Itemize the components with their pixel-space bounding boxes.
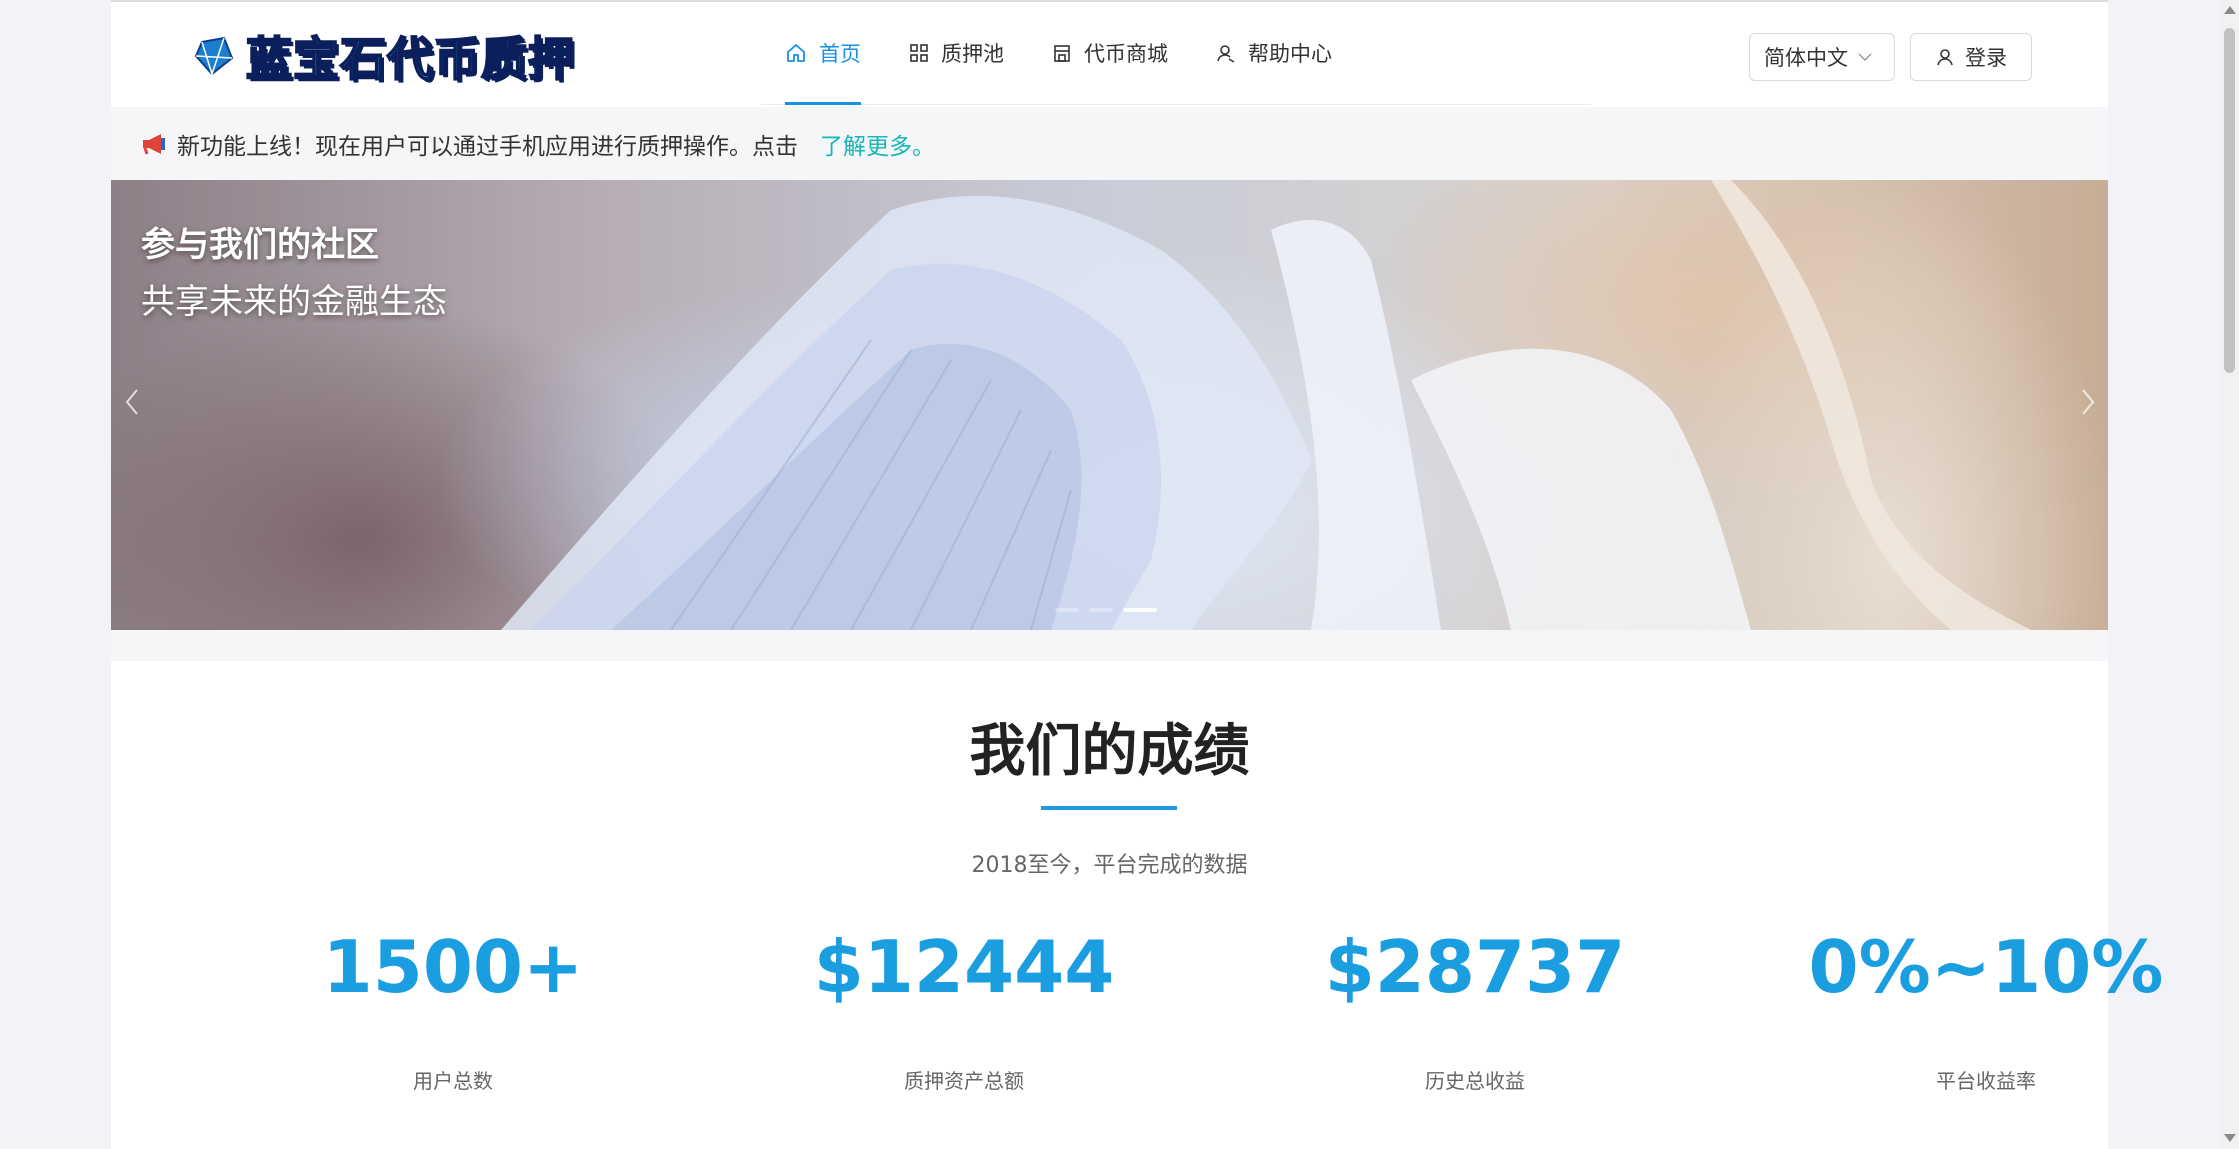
announcement-bar: 新功能上线！现在用户可以通过手机应用进行质押操作。点击 了解更多。 (111, 107, 2108, 180)
carousel-indicators (1055, 608, 1157, 612)
nav-item-label: 首页 (819, 42, 861, 66)
help-user-icon (1217, 45, 1235, 63)
stat-label: 历史总收益 (1425, 1069, 1525, 1093)
grid-icon (910, 44, 928, 62)
section-subtitle: 2018至今，平台完成的数据 (971, 853, 1248, 878)
banner-headline: 参与我们的社区 (141, 225, 379, 265)
megaphone-icon (143, 133, 165, 154)
chevron-left-icon (125, 389, 138, 415)
stat-value: 1500+ (322, 925, 584, 1009)
scroll-up-arrow-icon[interactable] (2224, 6, 2236, 14)
home-icon (787, 44, 805, 62)
nav-item-label: 质押池 (941, 42, 1004, 66)
user-icon (1937, 49, 1953, 66)
login-button[interactable]: 登录 (1910, 33, 2032, 81)
banner-subheadline: 共享未来的金融生态 (141, 282, 447, 322)
scroll-thumb[interactable] (2224, 28, 2235, 373)
hero-carousel: 参与我们的社区 共享未来的金融生态 (111, 180, 2108, 630)
stat-label: 平台收益率 (1936, 1069, 2036, 1093)
section-title: 我们的成绩 (969, 719, 1250, 784)
carousel-dot[interactable] (1089, 608, 1113, 612)
page: 蓝宝石代币质押 首页 质押池 代币商城 帮助中心 简体中文 登录 新功能上线！现… (111, 0, 2163, 1149)
stat-yield-rate: 0%~10% 平台收益率 (1736, 931, 2236, 1094)
language-value: 简体中文 (1764, 46, 1848, 70)
achievements-section: 我们的成绩 2018至今，平台完成的数据 1500+ 用户总数 $12444 质… (111, 661, 2163, 1149)
carousel-prev-button[interactable] (117, 382, 147, 422)
scroll-down-arrow-icon[interactable] (2224, 1134, 2236, 1142)
store-icon (1054, 45, 1070, 62)
carousel-next-button[interactable] (2073, 382, 2103, 422)
stat-total-earnings: $28737 历史总收益 (1225, 931, 1725, 1094)
swan-wing-image (501, 180, 2031, 630)
nav-item-home[interactable]: 首页 (761, 2, 885, 105)
nav-item-help-center[interactable]: 帮助中心 (1192, 2, 1356, 104)
chevron-down-icon (1858, 53, 1872, 62)
login-label: 登录 (1965, 46, 2007, 70)
language-select[interactable]: 简体中文 (1749, 33, 1895, 81)
stat-value: $28737 (1324, 925, 1626, 1009)
stat-staked-assets: $12444 质押资产总额 (714, 931, 1214, 1094)
diamond-logo-icon (194, 36, 234, 76)
stat-users: 1500+ 用户总数 (203, 931, 703, 1094)
nav-item-token-store[interactable]: 代币商城 (1028, 2, 1192, 104)
carousel-dot[interactable] (1055, 608, 1079, 612)
carousel-dot-active[interactable] (1123, 608, 1157, 612)
site-header: 蓝宝石代币质押 首页 质押池 代币商城 帮助中心 简体中文 登录 (111, 0, 2108, 107)
stat-label: 用户总数 (413, 1069, 493, 1093)
stat-label: 质押资产总额 (904, 1069, 1024, 1093)
chevron-right-icon (2082, 389, 2095, 415)
learn-more-link[interactable]: 了解更多。 (820, 127, 935, 161)
main-nav: 首页 质押池 代币商城 帮助中心 (761, 2, 1591, 105)
stat-value: $12444 (813, 925, 1115, 1009)
logo[interactable]: 蓝宝石代币质押 (194, 28, 575, 87)
nav-item-label: 帮助中心 (1248, 42, 1332, 66)
logo-text: 蓝宝石代币质押 (245, 31, 575, 87)
page-scrollbar[interactable] (2220, 0, 2239, 1149)
stat-value: 0%~10% (1808, 925, 2164, 1009)
title-underline (1041, 806, 1177, 810)
nav-item-staking-pool[interactable]: 质押池 (885, 2, 1028, 104)
nav-item-label: 代币商城 (1084, 42, 1168, 66)
announcement-text: 新功能上线！现在用户可以通过手机应用进行质押操作。点击 (177, 133, 798, 160)
